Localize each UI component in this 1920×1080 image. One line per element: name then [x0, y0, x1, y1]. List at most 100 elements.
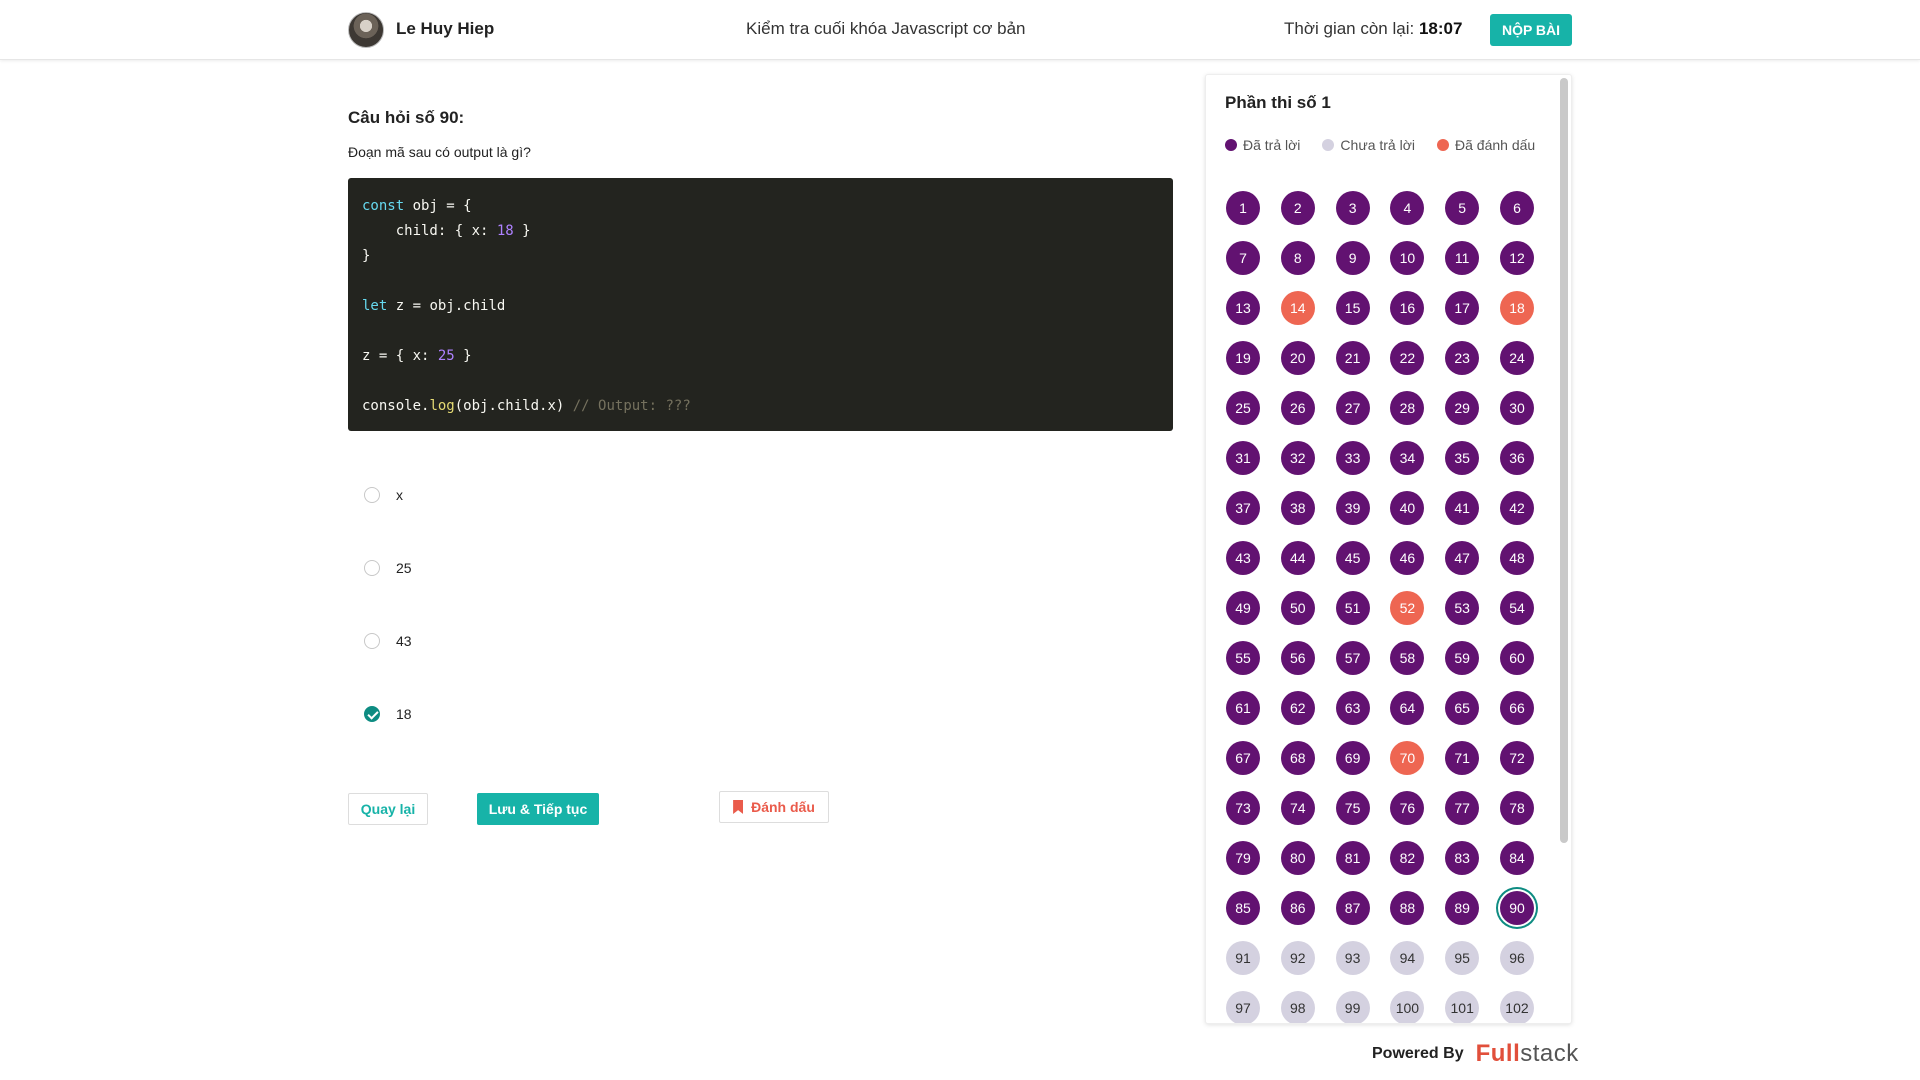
question-number-button[interactable]: 16: [1390, 291, 1425, 325]
question-number-button[interactable]: 72: [1499, 741, 1534, 775]
question-number-button[interactable]: 91: [1226, 941, 1260, 975]
question-number-button[interactable]: 69: [1335, 741, 1370, 775]
question-number-button[interactable]: 3: [1335, 191, 1370, 225]
question-number-button[interactable]: 11: [1445, 241, 1480, 275]
question-number-button[interactable]: 95: [1445, 941, 1480, 975]
question-number-button[interactable]: 1: [1226, 191, 1260, 225]
question-number-button[interactable]: 19: [1226, 341, 1260, 375]
question-number-button[interactable]: 101: [1445, 991, 1480, 1023]
back-button[interactable]: Quay lại: [348, 793, 428, 825]
question-number-button[interactable]: 22: [1390, 341, 1425, 375]
question-number-button[interactable]: 55: [1226, 641, 1260, 675]
question-number-button[interactable]: 57: [1335, 641, 1370, 675]
question-number-button[interactable]: 54: [1499, 591, 1534, 625]
question-number-button[interactable]: 50: [1280, 591, 1315, 625]
avatar[interactable]: [348, 12, 384, 48]
question-number-button[interactable]: 30: [1499, 391, 1534, 425]
question-number-button[interactable]: 53: [1445, 591, 1480, 625]
question-number-button[interactable]: 86: [1280, 891, 1315, 925]
question-number-button[interactable]: 92: [1280, 941, 1315, 975]
question-number-button[interactable]: 27: [1335, 391, 1370, 425]
question-number-button[interactable]: 84: [1499, 841, 1534, 875]
question-number-button[interactable]: 70: [1390, 741, 1425, 775]
question-number-button[interactable]: 97: [1226, 991, 1260, 1023]
question-number-button[interactable]: 58: [1390, 641, 1425, 675]
question-number-button[interactable]: 29: [1445, 391, 1480, 425]
question-number-button[interactable]: 78: [1499, 791, 1534, 825]
question-number-button[interactable]: 33: [1335, 441, 1370, 475]
question-number-button[interactable]: 17: [1445, 291, 1480, 325]
question-number-button[interactable]: 93: [1335, 941, 1370, 975]
submit-button[interactable]: NỘP BÀI: [1490, 14, 1572, 46]
question-number-button[interactable]: 36: [1499, 441, 1534, 475]
question-number-button[interactable]: 68: [1280, 741, 1315, 775]
question-number-button[interactable]: 49: [1226, 591, 1260, 625]
question-number-button[interactable]: 6: [1499, 191, 1534, 225]
question-number-button[interactable]: 56: [1280, 641, 1315, 675]
question-number-button[interactable]: 7: [1226, 241, 1260, 275]
question-number-button[interactable]: 73: [1226, 791, 1260, 825]
question-number-button[interactable]: 48: [1499, 541, 1534, 575]
question-number-button[interactable]: 82: [1390, 841, 1425, 875]
question-number-button[interactable]: 35: [1445, 441, 1480, 475]
question-number-button[interactable]: 102: [1499, 991, 1534, 1023]
question-number-button[interactable]: 14: [1280, 291, 1315, 325]
panel-scrollbar[interactable]: [1560, 78, 1568, 843]
question-number-button[interactable]: 64: [1390, 691, 1425, 725]
question-number-button[interactable]: 2: [1280, 191, 1315, 225]
flag-button[interactable]: Đánh dấu: [719, 791, 829, 823]
question-number-button[interactable]: 81: [1335, 841, 1370, 875]
question-number-button[interactable]: 59: [1445, 641, 1480, 675]
question-number-button[interactable]: 13: [1226, 291, 1260, 325]
question-number-button[interactable]: 42: [1499, 491, 1534, 525]
question-number-button[interactable]: 52: [1390, 591, 1425, 625]
question-number-button[interactable]: 94: [1390, 941, 1425, 975]
question-number-button[interactable]: 79: [1226, 841, 1260, 875]
question-number-button[interactable]: 15: [1335, 291, 1370, 325]
question-number-button[interactable]: 85: [1226, 891, 1260, 925]
question-number-button[interactable]: 25: [1226, 391, 1260, 425]
question-number-button[interactable]: 12: [1499, 241, 1534, 275]
question-number-button[interactable]: 98: [1280, 991, 1315, 1023]
question-number-button[interactable]: 38: [1280, 491, 1315, 525]
question-number-button[interactable]: 31: [1226, 441, 1260, 475]
question-number-button[interactable]: 41: [1445, 491, 1480, 525]
question-number-button[interactable]: 63: [1335, 691, 1370, 725]
question-number-button[interactable]: 90: [1499, 891, 1534, 925]
radio-button[interactable]: [364, 633, 380, 649]
question-number-button[interactable]: 8: [1280, 241, 1315, 275]
question-number-button[interactable]: 75: [1335, 791, 1370, 825]
question-number-button[interactable]: 39: [1335, 491, 1370, 525]
question-number-button[interactable]: 46: [1390, 541, 1425, 575]
answer-option[interactable]: 18: [364, 699, 764, 729]
question-number-button[interactable]: 89: [1445, 891, 1480, 925]
question-number-button[interactable]: 96: [1499, 941, 1534, 975]
question-number-button[interactable]: 44: [1280, 541, 1315, 575]
question-number-button[interactable]: 76: [1390, 791, 1425, 825]
question-number-button[interactable]: 61: [1226, 691, 1260, 725]
question-number-button[interactable]: 99: [1335, 991, 1370, 1023]
answer-option[interactable]: x: [364, 480, 764, 510]
question-number-button[interactable]: 34: [1390, 441, 1425, 475]
question-number-button[interactable]: 4: [1390, 191, 1425, 225]
save-continue-button[interactable]: Lưu & Tiếp tục: [477, 793, 599, 825]
question-number-button[interactable]: 74: [1280, 791, 1315, 825]
question-number-button[interactable]: 47: [1445, 541, 1480, 575]
question-number-button[interactable]: 28: [1390, 391, 1425, 425]
question-number-button[interactable]: 21: [1335, 341, 1370, 375]
radio-button[interactable]: [364, 487, 380, 503]
radio-button[interactable]: [364, 706, 380, 722]
question-number-button[interactable]: 10: [1390, 241, 1425, 275]
question-number-button[interactable]: 20: [1280, 341, 1315, 375]
answer-option[interactable]: 25: [364, 553, 764, 583]
question-number-button[interactable]: 43: [1226, 541, 1260, 575]
question-number-button[interactable]: 32: [1280, 441, 1315, 475]
question-number-button[interactable]: 67: [1226, 741, 1260, 775]
question-number-button[interactable]: 24: [1499, 341, 1534, 375]
question-number-button[interactable]: 83: [1445, 841, 1480, 875]
question-number-button[interactable]: 60: [1499, 641, 1534, 675]
question-number-button[interactable]: 26: [1280, 391, 1315, 425]
question-number-button[interactable]: 66: [1499, 691, 1534, 725]
question-number-button[interactable]: 65: [1445, 691, 1480, 725]
answer-option[interactable]: 43: [364, 626, 764, 656]
